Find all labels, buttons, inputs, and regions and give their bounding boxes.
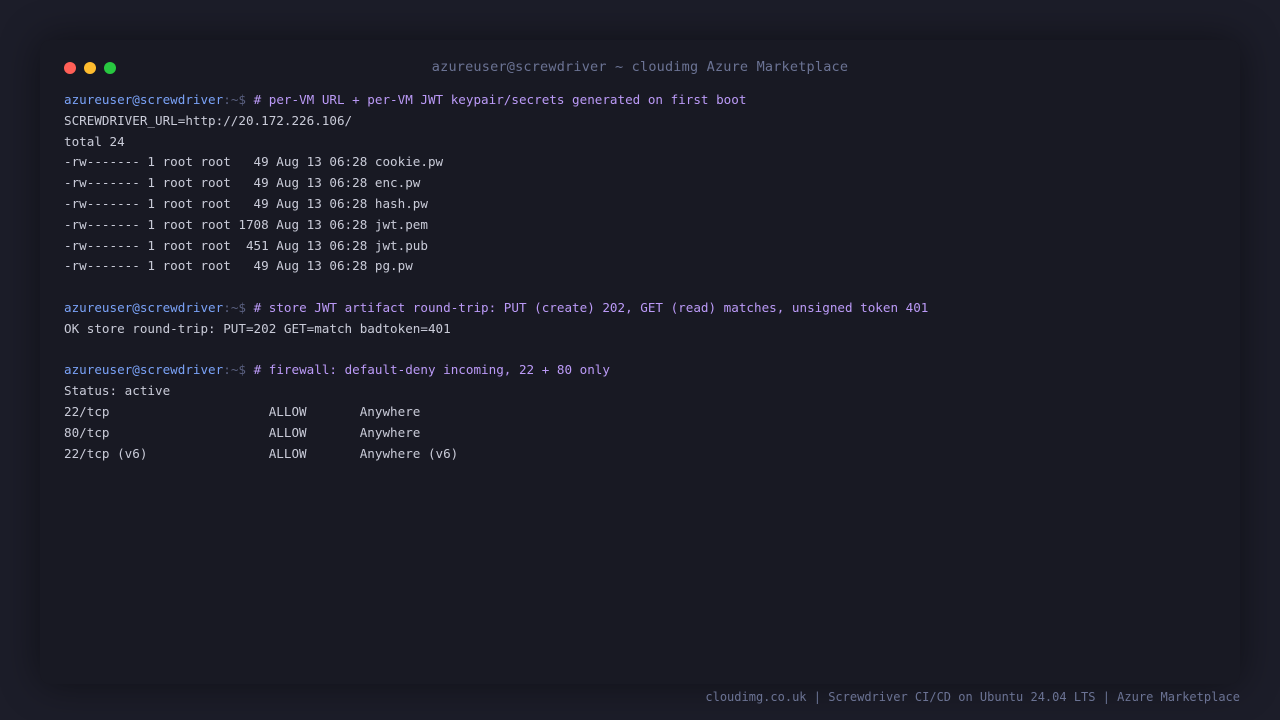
output-line: 22/tcp (v6) ALLOW Anywhere (v6) (64, 445, 459, 461)
prompt-user: azureuser@screwdriver (64, 362, 224, 378)
output-line: SCREWDRIVER_URL=http://20.172.226.106/ (64, 112, 353, 128)
output-line: -rw------- 1 root root 451 Aug 13 06:28 … (64, 237, 428, 253)
terminal-output[interactable]: azureuser@screwdriver:~$ # per-VM URL + … (64, 90, 1216, 464)
prompt-line: azureuser@screwdriver:~$ # per-VM URL + … (64, 90, 1216, 111)
output-line: 22/tcp ALLOW Anywhere (64, 403, 421, 419)
prompt-separator: :~$ (223, 362, 254, 378)
output-line: total 24 (64, 133, 125, 149)
footer-caption: cloudimg.co.uk | Screwdriver CI/CD on Ub… (705, 690, 1240, 704)
output-line: -rw------- 1 root root 49 Aug 13 06:28 h… (64, 195, 428, 211)
command-text: # per-VM URL + per-VM JWT keypair/secret… (253, 92, 747, 107)
prompt-user: azureuser@screwdriver (64, 299, 224, 315)
prompt-line: azureuser@screwdriver:~$ # firewall: def… (64, 360, 1216, 381)
terminal-window: azureuser@screwdriver ~ cloudimg Azure M… (40, 40, 1240, 684)
output-line: -rw------- 1 root root 1708 Aug 13 06:28… (64, 216, 428, 232)
command-text: # store JWT artifact round-trip: PUT (cr… (253, 299, 929, 315)
prompt-user: azureuser@screwdriver (64, 92, 224, 107)
output-line: Status: active (64, 383, 171, 399)
output-line: -rw------- 1 root root 49 Aug 13 06:28 p… (64, 258, 413, 274)
window-title: azureuser@screwdriver ~ cloudimg Azure M… (431, 59, 849, 75)
command-text: # firewall: default-deny incoming, 22 + … (253, 362, 610, 378)
output-line: -rw------- 1 root root 49 Aug 13 06:28 c… (64, 154, 444, 170)
prompt-separator: :~$ (223, 299, 254, 315)
output-line: -rw------- 1 root root 49 Aug 13 06:28 e… (64, 175, 421, 191)
prompt-separator: :~$ (223, 92, 254, 107)
title-bar: azureuser@screwdriver ~ cloudimg Azure M… (40, 40, 1240, 96)
output-line: 80/tcp ALLOW Anywhere (64, 424, 421, 440)
output-line: OK store round-trip: PUT=202 GET=match b… (64, 320, 451, 336)
prompt-line: azureuser@screwdriver:~$ # store JWT art… (64, 298, 1216, 319)
